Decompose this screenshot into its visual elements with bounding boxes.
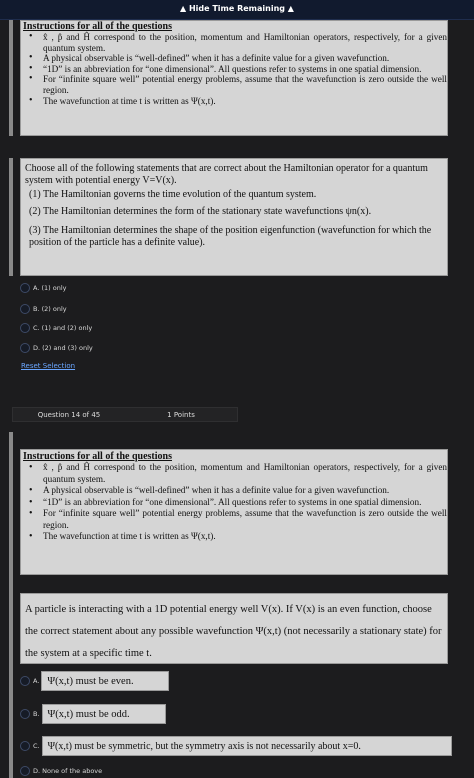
- question-header-bar: Question 14 of 45 1 Points: [12, 407, 238, 422]
- instruction-item: “1D” is an abbreviation for “one dimensi…: [27, 497, 447, 509]
- option-c[interactable]: C. Ψ(x,t) must be symmetric, but the sym…: [20, 736, 452, 756]
- statement-1: (1) The Hamiltonian governs the time evo…: [29, 189, 317, 200]
- radio-button[interactable]: [20, 741, 30, 751]
- option-b[interactable]: B. Ψ(x,t) must be odd.: [20, 704, 166, 724]
- instructions-box: Instructions for all of the questions x̂…: [20, 449, 448, 575]
- option-c[interactable]: C. (1) and (2) only: [20, 321, 92, 335]
- question-13-box: Choose all of the following statements t…: [20, 158, 448, 276]
- instructions-box: Instructions for all of the questions x̂…: [20, 20, 448, 136]
- option-b-text: Ψ(x,t) must be odd.: [41, 704, 166, 724]
- option-c-text: Ψ(x,t) must be symmetric, but the symmet…: [41, 736, 452, 756]
- instruction-item: A physical observable is “well-defined” …: [27, 485, 447, 497]
- radio-button[interactable]: [20, 709, 30, 719]
- option-d[interactable]: D. None of the above: [20, 764, 102, 778]
- statement-3: (3) The Hamiltonian determines the shape…: [29, 225, 432, 248]
- question-number: Question 14 of 45: [37, 410, 101, 419]
- hide-time-remaining-toggle[interactable]: ▲ Hide Time Remaining ▲: [0, 4, 474, 13]
- option-a-text: Ψ(x,t) must be even.: [41, 671, 170, 691]
- question-14-stem: A particle is interacting with a 1D pote…: [25, 604, 442, 659]
- top-bar: ▲ Hide Time Remaining ▲: [0, 0, 474, 20]
- option-a[interactable]: A. Ψ(x,t) must be even.: [20, 671, 170, 691]
- instruction-item: The wavefunction at time t is written as…: [27, 531, 447, 543]
- radio-button[interactable]: [20, 343, 30, 353]
- section-rule: [9, 20, 13, 136]
- question-14-box: A particle is interacting with a 1D pote…: [20, 593, 448, 664]
- section-rule: [9, 158, 13, 276]
- radio-button[interactable]: [20, 283, 30, 293]
- instructions-heading: Instructions for all of the questions: [23, 21, 172, 32]
- option-a[interactable]: A. (1) only: [20, 281, 67, 295]
- instruction-item: “1D” is an abbreviation for “one dimensi…: [27, 64, 447, 75]
- instruction-item: x̂ , p̂ and Ĥ correspond to the position…: [27, 462, 447, 485]
- reset-selection-link[interactable]: Reset Selection: [21, 362, 75, 370]
- instructions-heading: Instructions for all of the questions: [23, 451, 172, 462]
- option-d[interactable]: D. (2) and (3) only: [20, 341, 93, 355]
- radio-button[interactable]: [20, 304, 30, 314]
- radio-button[interactable]: [20, 323, 30, 333]
- instruction-item: A physical observable is “well-defined” …: [27, 53, 447, 64]
- option-b[interactable]: B. (2) only: [20, 302, 67, 316]
- instruction-item: For “infinite square well” potential ene…: [27, 74, 447, 95]
- question-points: 1 Points: [167, 410, 195, 419]
- instruction-item: For “infinite square well” potential ene…: [27, 508, 447, 531]
- section-rule: [9, 432, 13, 778]
- radio-button[interactable]: [20, 676, 30, 686]
- statement-2: (2) The Hamiltonian determines the form …: [29, 206, 372, 217]
- instruction-item: The wavefunction at time t is written as…: [27, 96, 447, 107]
- question-13-stem: Choose all of the following statements t…: [25, 163, 428, 186]
- radio-button[interactable]: [20, 766, 30, 776]
- instruction-item: x̂ , p̂ and Ĥ correspond to the position…: [27, 32, 447, 53]
